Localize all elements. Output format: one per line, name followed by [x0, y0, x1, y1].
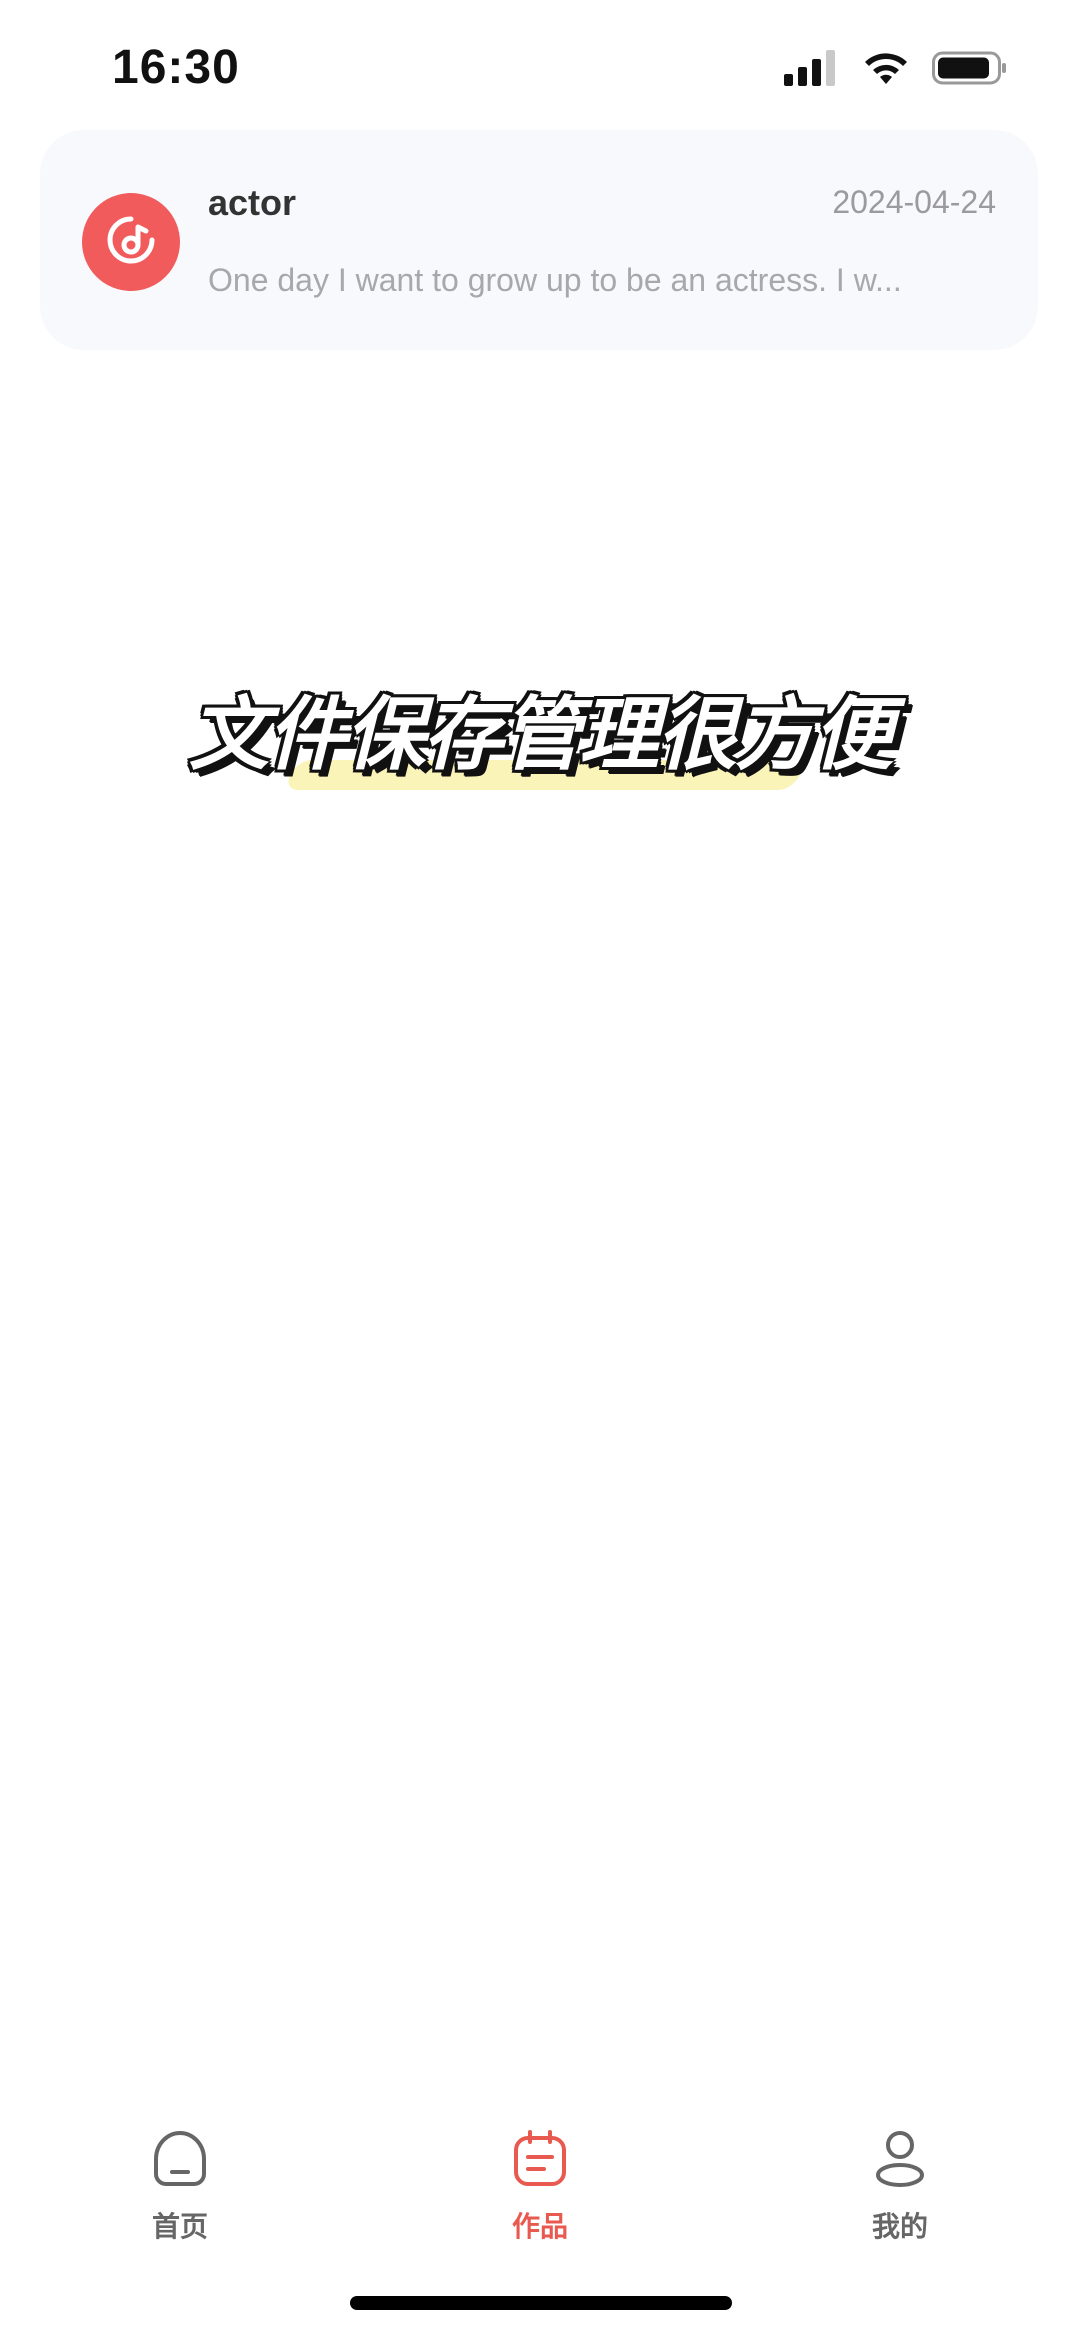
promo-banner: 文件保存管理很方便	[0, 670, 1080, 800]
work-avatar	[82, 193, 180, 291]
calendar-document-icon	[510, 2128, 570, 2193]
work-description: One day I want to grow up to be an actre…	[208, 262, 902, 298]
work-date: 2024-04-24	[832, 184, 996, 220]
cellular-signal-icon	[784, 50, 840, 86]
home-icon	[150, 2128, 210, 2193]
promo-caption: 文件保存管理很方便	[189, 688, 893, 781]
tab-works[interactable]: 作品	[440, 2128, 640, 2258]
status-icons	[784, 50, 1008, 86]
tab-me-label: 我的	[871, 2211, 928, 2242]
person-icon	[870, 2128, 930, 2193]
status-time: 16:30	[112, 41, 240, 94]
work-title: actor	[208, 182, 297, 223]
tab-home[interactable]: 首页	[80, 2128, 280, 2258]
work-list-item[interactable]: actor 2024-04-24 One day I want to grow …	[40, 130, 1038, 350]
home-indicator[interactable]	[350, 2296, 732, 2310]
tab-works-label: 作品	[511, 2211, 568, 2242]
tab-home-label: 首页	[151, 2211, 208, 2242]
music-disc-icon	[104, 213, 158, 272]
bottom-tab-bar: 首页 作品 我的	[0, 2110, 1080, 2260]
wifi-icon	[862, 50, 910, 86]
status-bar: 16:30	[0, 0, 1080, 130]
tab-me[interactable]: 我的	[800, 2128, 1000, 2258]
battery-icon	[932, 50, 1008, 86]
